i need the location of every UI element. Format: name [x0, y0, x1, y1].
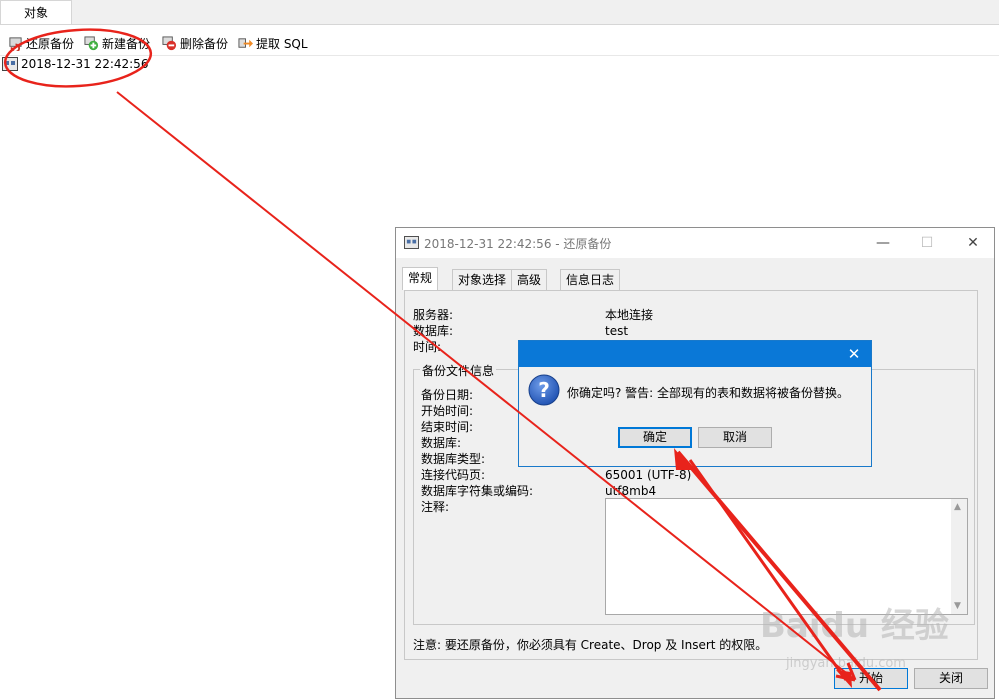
- time-label: 时间:: [413, 340, 442, 354]
- delete-icon: [162, 35, 177, 50]
- start-button[interactable]: 开始: [834, 668, 908, 689]
- database-label: 数据库:: [413, 324, 454, 338]
- field-start-time: 开始时间:: [421, 404, 474, 418]
- dialog-title: 2018-12-31 22:42:56 - 还原备份: [424, 237, 612, 251]
- field-comment: 注释:: [421, 500, 450, 514]
- confirm-titlebar: ✕: [519, 341, 871, 367]
- add-icon: [84, 35, 99, 50]
- backup-list-item[interactable]: 2018-12-31 22:42:56: [2, 55, 148, 73]
- tab-strip: [0, 0, 999, 25]
- maximize-icon[interactable]: ☐: [916, 232, 938, 254]
- minimize-icon[interactable]: —: [872, 232, 894, 254]
- question-icon: ?: [528, 374, 560, 406]
- permission-note: 注意: 要还原备份，你必须具有 Create、Drop 及 Insert 的权限…: [413, 638, 768, 652]
- tab-objects[interactable]: 对象: [0, 0, 72, 24]
- toolbar: 还原备份 新建备份 删除备份 提取 SQL: [0, 25, 999, 56]
- close-button[interactable]: 关闭: [914, 668, 988, 689]
- field-backup-date: 备份日期:: [421, 388, 474, 402]
- new-backup-label: 新建备份: [102, 36, 151, 51]
- baidu-watermark-url: jingyan.baidu.com: [786, 656, 906, 671]
- charset-value: utf8mb4: [605, 484, 657, 498]
- new-backup-button[interactable]: 新建备份: [84, 34, 150, 52]
- confirm-dialog: ✕ ? 你确定吗? 警告: 全部现有的表和数据将被备份替换。 确定 取消: [518, 340, 872, 467]
- server-value: 本地连接: [605, 308, 654, 322]
- close-icon[interactable]: ✕: [962, 232, 984, 254]
- baidu-watermark: Baidu 经验: [760, 606, 949, 646]
- delete-backup-label: 删除备份: [180, 36, 229, 51]
- extract-sql-button[interactable]: 提取 SQL: [238, 34, 308, 52]
- backup-info-group-title: 备份文件信息: [420, 362, 497, 379]
- field-charset: 数据库字符集或编码:: [421, 484, 534, 498]
- backup-file-icon: [404, 236, 419, 249]
- scroll-down-icon[interactable]: ▼: [954, 601, 961, 611]
- extract-sql-label: 提取 SQL: [256, 36, 308, 51]
- restore-icon: [9, 36, 22, 51]
- tab-general[interactable]: 常规: [402, 267, 439, 290]
- field-end-time: 结束时间:: [421, 420, 474, 434]
- backup-timestamp: 2018-12-31 22:42:56: [21, 57, 149, 71]
- comment-scrollbar[interactable]: ▲ ▼: [951, 499, 967, 614]
- scroll-up-icon[interactable]: ▲: [954, 502, 961, 512]
- extract-arrow-icon: [238, 37, 253, 48]
- cancel-button[interactable]: 取消: [698, 427, 772, 448]
- confirm-message: 你确定吗? 警告: 全部现有的表和数据将被备份替换。: [567, 386, 850, 400]
- confirm-close-icon[interactable]: ✕: [843, 343, 865, 365]
- server-label: 服务器:: [413, 308, 454, 322]
- delete-backup-button[interactable]: 删除备份: [162, 34, 228, 52]
- tab-info-log[interactable]: 信息日志: [560, 269, 621, 290]
- dialog-titlebar: 2018-12-31 22:42:56 - 还原备份 — ☐ ✕: [396, 228, 994, 258]
- restore-backup-label: 还原备份: [26, 36, 75, 51]
- tab-object-selection[interactable]: 对象选择: [452, 269, 513, 290]
- field-database-type: 数据库类型:: [421, 452, 486, 466]
- svg-text:?: ?: [538, 378, 550, 402]
- tab-advanced[interactable]: 高级: [511, 269, 548, 290]
- field-database: 数据库:: [421, 436, 462, 450]
- backup-file-icon: [2, 57, 18, 71]
- codepage-value: 65001 (UTF-8): [605, 468, 692, 482]
- database-value: test: [605, 324, 629, 338]
- restore-backup-button[interactable]: 还原备份: [8, 34, 74, 52]
- field-codepage: 连接代码页:: [421, 468, 486, 482]
- ok-button[interactable]: 确定: [618, 427, 692, 448]
